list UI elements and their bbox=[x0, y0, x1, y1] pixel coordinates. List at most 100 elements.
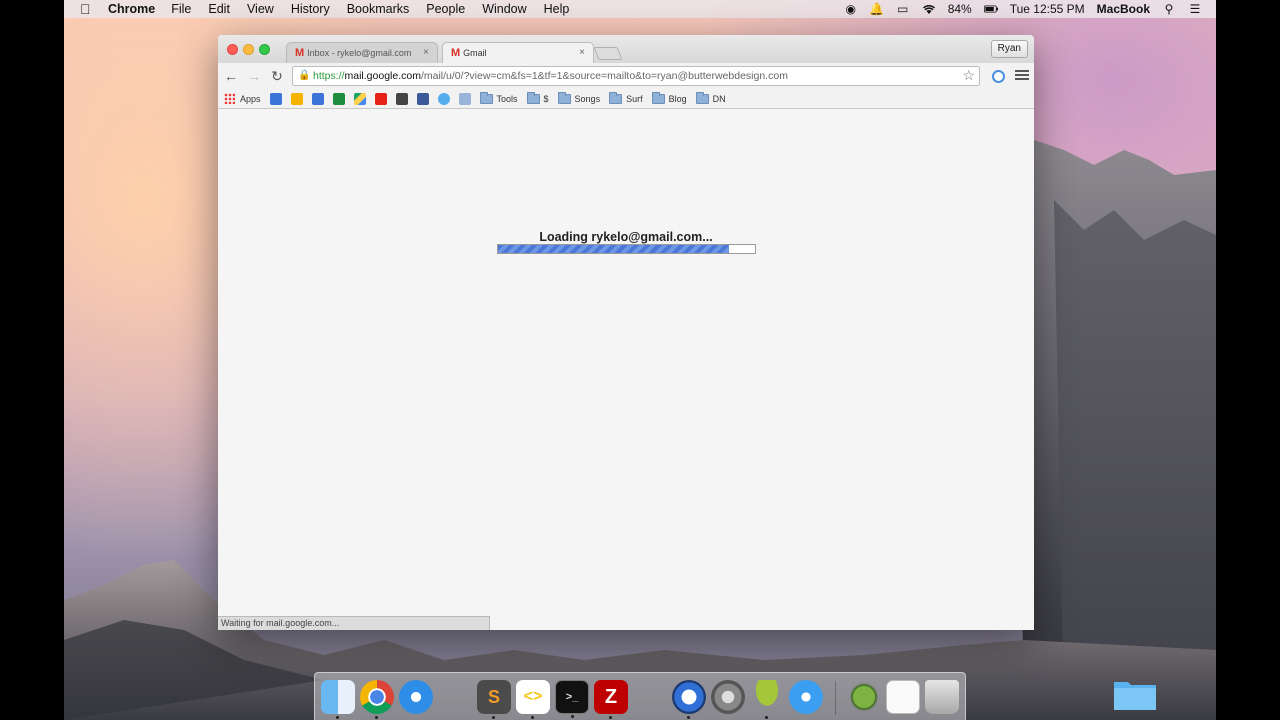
keep-icon bbox=[290, 92, 303, 105]
desktop-folder-icon[interactable] bbox=[1112, 676, 1158, 712]
bookmark-twitter[interactable] bbox=[437, 92, 450, 105]
menu-help[interactable]: Help bbox=[544, 0, 570, 18]
folder-icon bbox=[695, 91, 709, 104]
preview-icon[interactable] bbox=[886, 680, 920, 714]
app-icon bbox=[395, 92, 408, 105]
wifi-icon[interactable] bbox=[922, 2, 936, 16]
safari-icon[interactable] bbox=[399, 680, 433, 714]
desktop:  Chrome File Edit View History Bookmark… bbox=[64, 0, 1216, 720]
menu-view[interactable]: View bbox=[247, 0, 274, 18]
menubar-clock[interactable]: Tue 12:55 PM bbox=[1010, 2, 1085, 16]
youtube-icon bbox=[374, 92, 387, 105]
folder-icon bbox=[651, 91, 665, 104]
sheets-icon bbox=[332, 92, 345, 105]
bookmark-label: Surf bbox=[626, 93, 643, 104]
menu-bookmarks[interactable]: Bookmarks bbox=[347, 0, 410, 18]
lock-icon: 🔒 bbox=[298, 70, 311, 81]
folder-icon bbox=[609, 91, 623, 104]
bookmark-folder-tools[interactable]: Tools bbox=[479, 91, 518, 104]
menu-app-name[interactable]: Chrome bbox=[108, 0, 155, 18]
airplay-icon[interactable]: ▭ bbox=[896, 2, 910, 16]
bookmark-folder-songs[interactable]: Songs bbox=[557, 91, 600, 104]
extension-icon[interactable] bbox=[992, 70, 1005, 83]
status-bubble: Waiting for mail.google.com... bbox=[218, 616, 490, 630]
chrome-window: M Inbox - rykelo@gmail.com × M Gmail × R… bbox=[218, 35, 1034, 630]
trash-icon[interactable] bbox=[925, 680, 959, 714]
notification-bell-icon[interactable]: 🔔 bbox=[869, 2, 884, 16]
back-arrow-icon[interactable]: ← bbox=[222, 67, 240, 85]
bookmark-sheets[interactable] bbox=[332, 92, 345, 105]
menu-people[interactable]: People bbox=[426, 0, 465, 18]
dock-separator bbox=[835, 681, 836, 715]
finder-icon[interactable] bbox=[321, 680, 355, 719]
forward-arrow-icon[interactable]: → bbox=[245, 67, 263, 85]
url-path: /mail/u/0/?view=cm&fs=1&tf=1&source=mail… bbox=[420, 70, 788, 82]
bookmark-apps[interactable]: Apps bbox=[224, 93, 261, 104]
loading-progress-bar bbox=[497, 244, 756, 254]
bookmark-facebook[interactable] bbox=[416, 92, 429, 105]
inbox-icon bbox=[269, 92, 282, 105]
page-content: Loading rykelo@gmail.com... Waiting for … bbox=[218, 110, 1034, 630]
address-bar[interactable]: 🔒 https://mail.google.com/mail/u/0/?view=… bbox=[292, 66, 980, 86]
chrome-menu-icon[interactable] bbox=[1015, 68, 1029, 82]
battery-percent: 84% bbox=[947, 2, 972, 16]
folder-icon bbox=[557, 91, 571, 104]
bookmark-label: Apps bbox=[240, 93, 261, 104]
android-icon[interactable] bbox=[750, 680, 784, 719]
bookmarks-bar: Apps Tools $ Songs Surf Blog DN bbox=[218, 89, 1034, 109]
bookmark-app[interactable] bbox=[395, 92, 408, 105]
bookmark-folder-dollar[interactable]: $ bbox=[526, 91, 549, 104]
notification-center-icon[interactable]: ☰ bbox=[1188, 2, 1202, 16]
window-zoom-button[interactable] bbox=[259, 44, 270, 55]
gmail-icon: M bbox=[451, 47, 461, 59]
bookmark-inbox[interactable] bbox=[269, 92, 282, 105]
window-close-button[interactable] bbox=[227, 44, 238, 55]
menubar-user[interactable]: MacBook bbox=[1097, 2, 1150, 16]
app-store-icon[interactable] bbox=[789, 680, 823, 714]
facebook-icon bbox=[416, 92, 429, 105]
bookmark-drive[interactable] bbox=[353, 92, 366, 105]
menu-edit[interactable]: Edit bbox=[208, 0, 230, 18]
bookmark-youtube[interactable] bbox=[374, 92, 387, 105]
folder-icon bbox=[479, 91, 493, 104]
gmail-icon: M bbox=[295, 47, 305, 59]
menu-bar:  Chrome File Edit View History Bookmark… bbox=[64, 0, 1216, 18]
quicktime-icon[interactable] bbox=[672, 680, 706, 719]
bookmark-star-icon[interactable]: ☆ bbox=[962, 67, 975, 84]
apple-menu-icon[interactable]:  bbox=[80, 0, 94, 18]
spotlight-search-icon[interactable]: ⚲ bbox=[1162, 2, 1176, 16]
bookmark-calendar[interactable] bbox=[311, 92, 324, 105]
filezilla-icon[interactable]: Z bbox=[594, 680, 628, 719]
menu-file[interactable]: File bbox=[171, 0, 191, 18]
profile-button[interactable]: Ryan bbox=[990, 40, 1028, 58]
twitter-icon bbox=[437, 92, 450, 105]
bookmark-folder-surf[interactable]: Surf bbox=[609, 91, 643, 104]
sublime-text-icon[interactable]: S bbox=[477, 680, 511, 719]
close-tab-icon[interactable]: × bbox=[579, 47, 585, 58]
terminal-icon[interactable]: >_ bbox=[555, 680, 589, 718]
progress-fill bbox=[498, 245, 730, 253]
menu-history[interactable]: History bbox=[291, 0, 330, 18]
reload-icon[interactable]: ↻ bbox=[268, 67, 286, 85]
android-file-transfer-icon[interactable] bbox=[847, 680, 881, 714]
chrome-icon[interactable] bbox=[360, 680, 394, 719]
tab-gmail[interactable]: M Gmail × bbox=[442, 42, 594, 63]
bookmark-folder-blog[interactable]: Blog bbox=[651, 91, 687, 104]
tab-inbox[interactable]: M Inbox - rykelo@gmail.com × bbox=[286, 42, 438, 63]
battery-icon[interactable] bbox=[983, 2, 998, 16]
close-tab-icon[interactable]: × bbox=[423, 47, 429, 58]
browser-toolbar: ← → ↻ 🔒 https://mail.google.com/mail/u/0/… bbox=[218, 63, 1034, 89]
new-tab-button[interactable] bbox=[593, 47, 623, 60]
bookmark-label: Tools bbox=[496, 93, 518, 104]
bookmark-keep[interactable] bbox=[290, 92, 303, 105]
bookmark-label: Blog bbox=[668, 93, 687, 104]
title-bar[interactable]: M Inbox - rykelo@gmail.com × M Gmail × R… bbox=[218, 35, 1034, 63]
brackets-icon[interactable]: <> bbox=[516, 680, 550, 719]
bookmark-site[interactable] bbox=[458, 92, 471, 105]
bookmark-folder-dn[interactable]: DN bbox=[695, 91, 726, 104]
window-minimize-button[interactable] bbox=[243, 44, 254, 55]
site-icon bbox=[458, 92, 471, 105]
record-icon[interactable]: ◉ bbox=[844, 2, 858, 16]
menu-window[interactable]: Window bbox=[482, 0, 526, 18]
system-preferences-icon[interactable] bbox=[711, 680, 745, 714]
